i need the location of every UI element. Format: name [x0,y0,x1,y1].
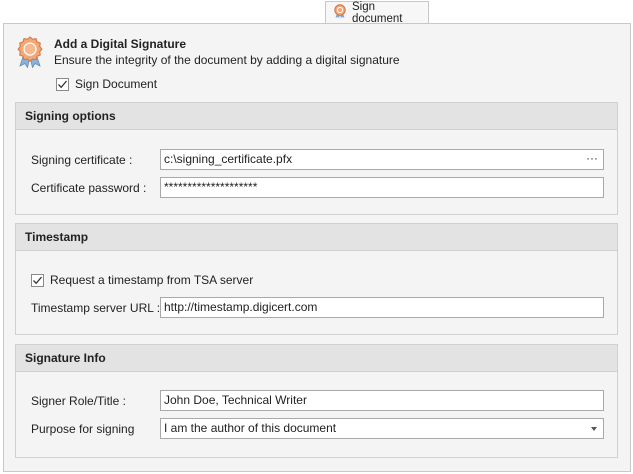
purpose-label: Purpose for signing [31,422,135,436]
request-timestamp-checkbox-row[interactable]: Request a timestamp from TSA server [31,273,253,287]
request-timestamp-checkbox[interactable] [31,273,44,287]
signing-options-group: Signing options Signing certificate : c:… [15,102,618,215]
tab-sign-document[interactable]: Sign document [325,0,429,25]
browse-ellipsis-button[interactable]: ··· [586,150,598,168]
signature-info-title: Signature Info [16,345,617,372]
signing-certificate-value: c:\signing_certificate.pfx [164,152,293,166]
signer-role-input[interactable]: John Doe, Technical Writer [160,390,604,411]
certificate-password-input[interactable]: ******************** [160,177,604,198]
timestamp-title: Timestamp [16,224,617,251]
signer-role-value: John Doe, Technical Writer [164,393,307,407]
signer-role-label: Signer Role/Title : [31,394,126,408]
certificate-password-value: ******************** [164,180,258,194]
purpose-value: I am the author of this document [164,421,337,435]
award-ribbon-icon [16,36,44,71]
certificate-password-label: Certificate password : [31,181,147,195]
timestamp-url-input[interactable]: http://timestamp.digicert.com [160,297,604,318]
signing-options-title: Signing options [16,103,617,130]
timestamp-url-value: http://timestamp.digicert.com [164,300,318,314]
tab-label: Sign document [352,0,403,25]
sign-document-label: Sign Document [75,77,158,91]
request-timestamp-label: Request a timestamp from TSA server [50,273,254,287]
award-ribbon-icon [333,3,347,22]
signing-certificate-input[interactable]: c:\signing_certificate.pfx ··· [160,149,604,170]
chevron-down-icon[interactable] [591,427,597,431]
signature-info-group: Signature Info Signer Role/Title : John … [15,344,618,458]
purpose-dropdown[interactable]: I am the author of this document [160,418,604,439]
checkmark-icon [33,276,42,284]
timestamp-url-label: Timestamp server URL : [31,301,161,315]
timestamp-group: Timestamp Request a timestamp from TSA s… [15,223,618,335]
header-subtitle: Ensure the integrity of the document by … [54,53,400,67]
signing-certificate-label: Signing certificate : [31,153,133,167]
sign-document-checkbox-row[interactable]: Sign Document [56,77,157,91]
checkmark-icon [58,80,67,88]
sign-document-checkbox[interactable] [56,77,69,91]
header-title: Add a Digital Signature [54,37,187,51]
sign-document-panel: Add a Digital Signature Ensure the integ… [3,23,631,472]
